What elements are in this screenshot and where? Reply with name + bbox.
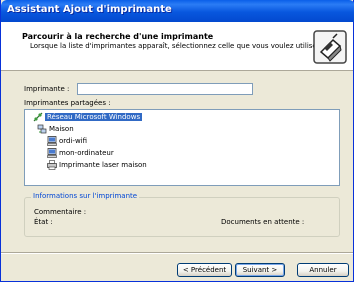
computer-icon bbox=[47, 148, 57, 158]
back-button[interactable]: < Précédent bbox=[177, 263, 232, 277]
comment-label: Commentaire : bbox=[34, 208, 87, 216]
window-title: Assistant Ajout d'imprimante bbox=[7, 4, 172, 15]
network-icon bbox=[33, 112, 43, 122]
workgroup-icon bbox=[37, 124, 47, 134]
shared-printers-tree[interactable]: Réseau Microsoft Windows Maison ordi-wif… bbox=[24, 109, 340, 186]
state-label: État : bbox=[34, 218, 53, 226]
tree-item-laser-printer[interactable]: Imprimante laser maison bbox=[47, 160, 147, 170]
wizard-header: Parcourir à la recherche d'une imprimant… bbox=[1, 22, 353, 71]
pending-documents-label: Documents en attente : bbox=[221, 218, 305, 226]
printer-input[interactable] bbox=[77, 83, 253, 95]
tree-item-label: ordi-wifi bbox=[59, 137, 88, 145]
tree-item-mon-ordinateur[interactable]: mon-ordinateur bbox=[47, 148, 114, 158]
header-subtitle: Lorsque la liste d'imprimantes apparaît,… bbox=[30, 42, 322, 50]
tree-item-maison[interactable]: Maison bbox=[37, 124, 74, 134]
header-title: Parcourir à la recherche d'une imprimant… bbox=[22, 32, 214, 41]
shared-printers-label: Imprimantes partagées : bbox=[24, 99, 111, 107]
printer-info-legend: Informations sur l'imprimante bbox=[31, 192, 140, 200]
tree-item-label: Imprimante laser maison bbox=[59, 161, 147, 169]
footer-separator bbox=[1, 252, 353, 254]
computer-icon bbox=[47, 136, 57, 146]
cancel-button[interactable]: Annuler bbox=[297, 263, 349, 277]
printer-wizard-icon bbox=[313, 30, 347, 64]
printer-icon bbox=[47, 160, 57, 170]
tree-item-label: mon-ordinateur bbox=[59, 149, 114, 157]
tree-item-label: Réseau Microsoft Windows bbox=[45, 113, 143, 121]
next-button[interactable]: Suivant > bbox=[235, 263, 285, 277]
printer-label: Imprimante : bbox=[24, 85, 70, 93]
add-printer-wizard-window: Assistant Ajout d'imprimante Parcourir à… bbox=[0, 0, 354, 282]
printer-info-group: Informations sur l'imprimante Commentair… bbox=[24, 192, 340, 237]
title-bar[interactable]: Assistant Ajout d'imprimante bbox=[1, 0, 354, 22]
tree-item-ordi-wifi[interactable]: ordi-wifi bbox=[47, 136, 87, 146]
tree-item-label: Maison bbox=[49, 125, 74, 133]
tree-item-network[interactable]: Réseau Microsoft Windows bbox=[33, 112, 143, 122]
